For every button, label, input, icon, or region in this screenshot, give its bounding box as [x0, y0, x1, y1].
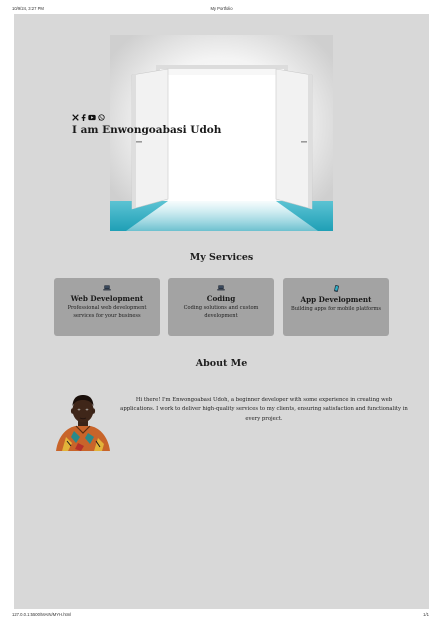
- youtube-icon[interactable]: [88, 114, 96, 121]
- laptop-icon: [217, 285, 225, 291]
- service-name: Web Development: [70, 294, 144, 303]
- service-card-web-development: Web Development Professional web develop…: [54, 278, 160, 336]
- service-description: Coding solutions and custom development: [183, 305, 259, 319]
- whatsapp-icon[interactable]: [98, 113, 105, 121]
- print-file-path: 127.0.0.1:5500/MAIN/MYH.html: [12, 612, 72, 617]
- services-title: My Services: [189, 252, 254, 263]
- service-card-app-development: App Development Building apps for mobile…: [283, 278, 389, 336]
- service-card-coding: Coding Coding solutions and custom devel…: [168, 278, 274, 336]
- service-name: Coding: [206, 294, 236, 303]
- page-content: I am Enwongoabasi Udoh My Services Web D…: [14, 14, 429, 609]
- about-title: About Me: [195, 358, 248, 369]
- service-name: App Development: [300, 295, 372, 304]
- hero-title: I am Enwongoabasi Udoh: [72, 124, 222, 136]
- print-doc-title: My Portfolio: [210, 6, 233, 11]
- service-description: Professional web development services fo…: [67, 305, 147, 319]
- print-page-count: 1/1: [423, 612, 429, 617]
- mobile-icon: [333, 285, 339, 292]
- print-footer: 127.0.0.1:5500/MAIN/MYH.html 1/1: [0, 612, 443, 622]
- about-text: Hi there! I'm Enwongoabasi Udoh, a begin…: [120, 397, 408, 422]
- laptop-icon: [103, 285, 111, 291]
- x-icon[interactable]: [72, 113, 79, 121]
- facebook-icon[interactable]: [81, 113, 86, 121]
- social-links: [72, 113, 105, 121]
- avatar: [56, 395, 110, 451]
- service-description: Building apps for mobile platforms: [291, 306, 381, 312]
